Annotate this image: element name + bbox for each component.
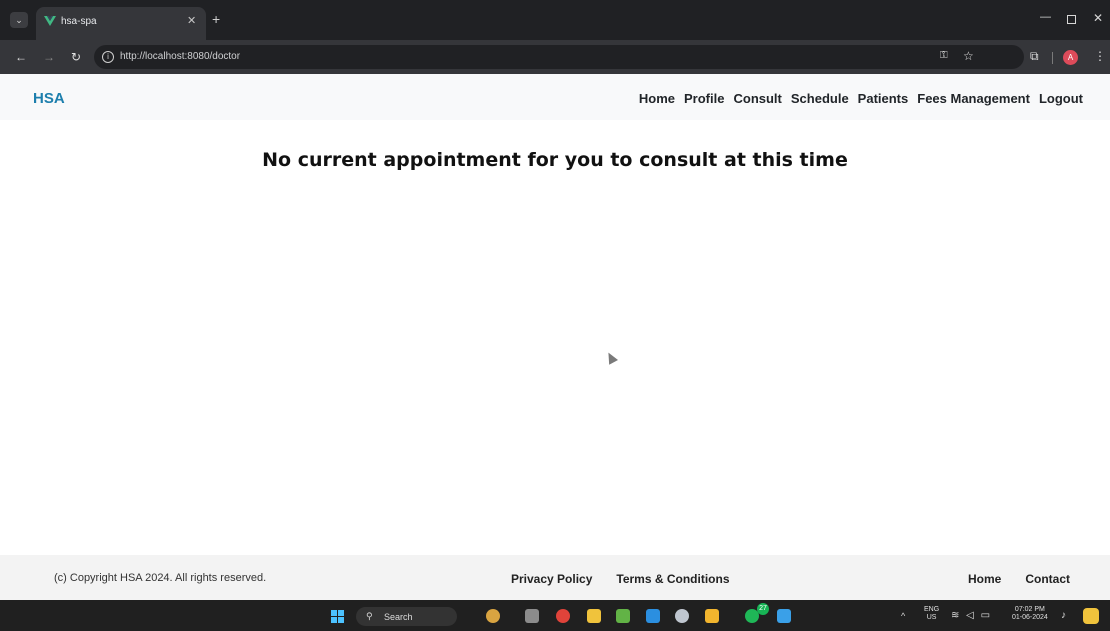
tab-search-dropdown-icon[interactable]: ⌄ <box>10 12 28 28</box>
nav-patients[interactable]: Patients <box>858 91 909 106</box>
nav-fees-management[interactable]: Fees Management <box>917 91 1030 106</box>
browser-toolbar: ← → ↻ i http://localhost:8080/doctor ⚿ ☆… <box>0 40 1110 74</box>
tray-app-icon[interactable] <box>1083 608 1099 624</box>
nav-consult[interactable]: Consult <box>733 91 781 106</box>
app-navbar: HSA Home Profile Consult Schedule Patien… <box>0 74 1110 120</box>
tray-language-code: ENG <box>924 606 940 613</box>
footer-terms-conditions[interactable]: Terms & Conditions <box>616 572 729 586</box>
minimize-icon[interactable]: — <box>1040 11 1051 23</box>
mouse-cursor-icon <box>604 350 618 365</box>
settings-icon[interactable] <box>675 609 689 623</box>
folder-icon[interactable] <box>705 609 719 623</box>
password-key-icon[interactable]: ⚿ <box>940 50 948 61</box>
nav-logout[interactable]: Logout <box>1039 91 1083 106</box>
photos-icon[interactable] <box>777 609 791 623</box>
tab-close-icon[interactable]: ✕ <box>187 14 196 27</box>
copyright-text: (c) Copyright HSA 2024. All rights reser… <box>54 572 267 584</box>
new-tab-icon[interactable]: + <box>212 11 220 27</box>
bookmark-star-icon[interactable]: ☆ <box>963 49 974 63</box>
window-close-icon[interactable]: ✕ <box>1093 11 1103 25</box>
footer-legal-links: Privacy Policy Terms & Conditions <box>511 572 730 586</box>
nav-profile[interactable]: Profile <box>684 91 724 106</box>
browser-menu-icon[interactable]: ⋮ <box>1094 49 1106 63</box>
vue-logo-icon <box>44 16 56 26</box>
search-icon: ⚲ <box>366 611 373 621</box>
empty-state-message: No current appointment for you to consul… <box>262 149 848 171</box>
browser-tab-active[interactable]: hsa-spa ✕ <box>36 7 206 40</box>
tray-date: 01-06-2024 <box>1012 614 1048 621</box>
footer-home[interactable]: Home <box>968 572 1001 586</box>
taskbar-search-label: Search <box>384 612 413 622</box>
back-arrow-icon[interactable]: ← <box>15 50 27 64</box>
file-explorer-icon[interactable] <box>587 609 601 623</box>
nav-schedule[interactable]: Schedule <box>791 91 849 106</box>
footer-privacy-policy[interactable]: Privacy Policy <box>511 572 592 586</box>
chrome-icon[interactable] <box>556 609 570 623</box>
tray-wifi-volume-battery-icons[interactable]: ≋ ◁ ▭ <box>951 610 992 621</box>
browser-tab-strip: ⌄ hsa-spa ✕ + — ✕ <box>0 0 1110 40</box>
main-nav: Home Profile Consult Schedule Patients F… <box>639 91 1083 106</box>
footer-nav-links: Home Contact <box>968 572 1070 586</box>
brand-logo[interactable]: HSA <box>33 90 65 107</box>
widget-app-icon[interactable] <box>486 609 500 623</box>
url-text[interactable]: http://localhost:8080/doctor <box>120 51 240 62</box>
nav-home[interactable]: Home <box>639 91 675 106</box>
tray-time: 07:02 PM <box>1014 606 1045 613</box>
taskbar-search[interactable]: ⚲ Search <box>356 607 457 626</box>
extensions-icon[interactable]: ⧉ <box>1030 49 1039 64</box>
footer-contact[interactable]: Contact <box>1025 572 1070 586</box>
tray-clock[interactable]: 07:02 PM 01-06-2024 <box>1012 606 1048 622</box>
notification-bell-icon[interactable]: ♪ <box>1061 610 1066 621</box>
notepad-icon[interactable] <box>616 609 630 623</box>
windows-start-icon[interactable] <box>331 610 344 623</box>
tray-language[interactable]: ENG US <box>924 606 939 622</box>
site-info-icon[interactable]: i <box>102 51 114 63</box>
page-footer: (c) Copyright HSA 2024. All rights reser… <box>0 555 1110 600</box>
address-bar[interactable]: i http://localhost:8080/doctor ⚿ ☆ <box>94 45 1024 69</box>
tray-chevron-up-icon[interactable]: ^ <box>901 611 905 621</box>
windows-taskbar: ⚲ Search 27 ^ ENG US ≋ ◁ ▭ 07:02 PM 01-0… <box>0 600 1110 631</box>
screen: ⌄ hsa-spa ✕ + — ✕ ← → ↻ i http://localho… <box>0 0 1110 631</box>
tray-region-code: US <box>926 614 937 621</box>
profile-avatar[interactable]: A <box>1063 50 1078 65</box>
restore-icon[interactable] <box>1067 15 1076 24</box>
vscode-icon[interactable] <box>646 609 660 623</box>
forward-arrow-icon[interactable]: → <box>43 50 55 64</box>
tab-title: hsa-spa <box>61 16 97 27</box>
toolbar-divider <box>1052 52 1053 64</box>
task-view-icon[interactable] <box>525 609 539 623</box>
reload-icon[interactable]: ↻ <box>71 50 81 64</box>
whatsapp-badge: 27 <box>757 603 769 615</box>
